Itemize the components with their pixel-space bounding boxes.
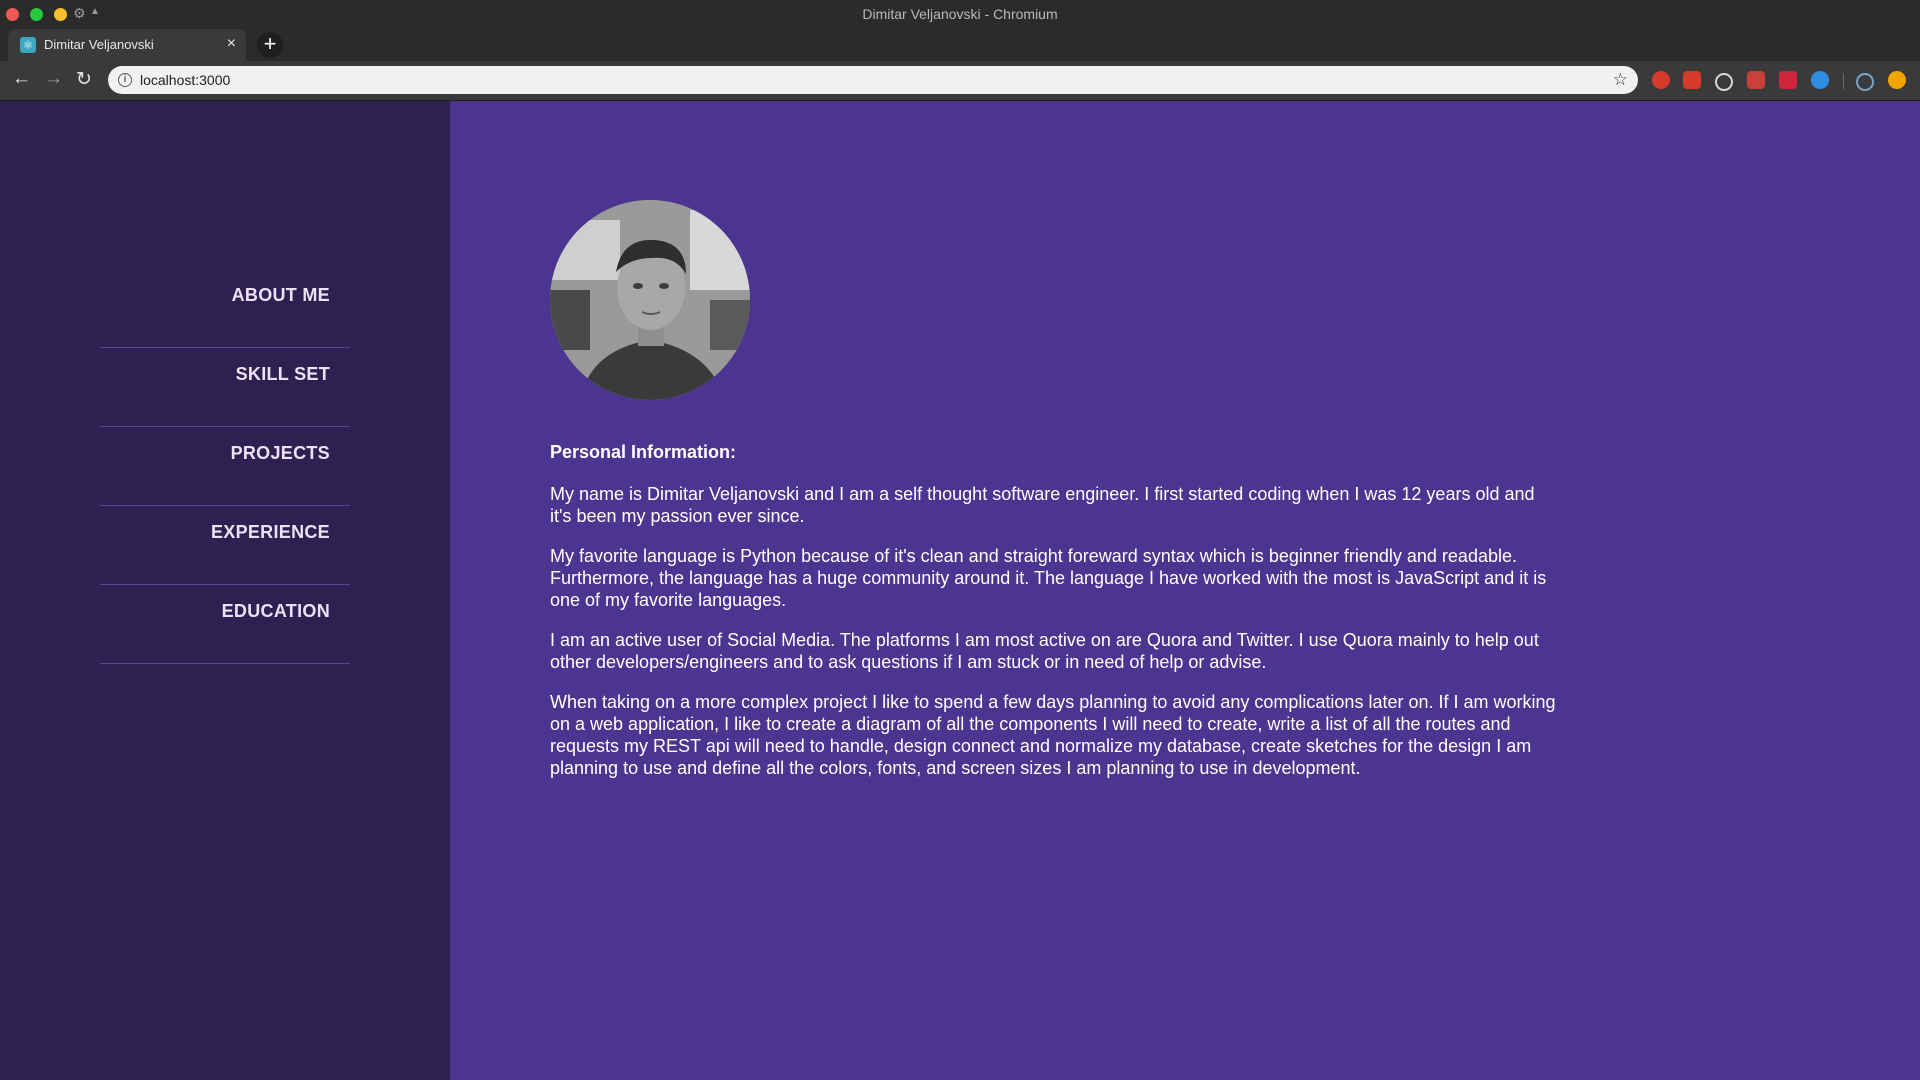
paragraph-social-media: I am an active user of Social Media. The… (550, 630, 1539, 672)
video-icon[interactable] (1779, 71, 1797, 89)
paragraph-intro: My name is Dimitar Veljanovski and I am … (550, 484, 1535, 526)
url-text[interactable]: localhost:3000 (140, 72, 230, 88)
section-heading: Personal Information: (550, 442, 737, 462)
window-titlebar: ⚙ ▲ Dimitar Veljanovski - Chromium (0, 0, 1920, 29)
site-info-icon[interactable]: i (118, 73, 132, 87)
calendar-icon[interactable] (1747, 71, 1765, 89)
sidebar-item-experience[interactable]: EXPERIENCE (100, 506, 350, 585)
react-favicon-icon: ⚛ (20, 37, 36, 53)
sidebar-item-about-me[interactable]: ABOUT ME (100, 269, 350, 348)
sidebar-item-label: EDUCATION (221, 601, 330, 621)
address-bar[interactable]: i localhost:3000 ☆ (108, 66, 1638, 94)
reload-icon[interactable]: ↻ (76, 68, 92, 91)
sidebar-item-label: PROJECTS (230, 443, 330, 463)
bookmark-star-icon[interactable]: ☆ (1613, 70, 1628, 90)
toolbar-separator (1843, 73, 1844, 89)
info-icon[interactable] (1811, 71, 1829, 89)
window-title: Dimitar Veljanovski - Chromium (862, 6, 1058, 22)
tab-title: Dimitar Veljanovski (44, 37, 154, 52)
yab-icon[interactable] (1683, 71, 1701, 89)
main-content: Personal Information: My name is Dimitar… (450, 101, 1920, 1080)
profile-photo (550, 200, 750, 400)
personal-information-section: Personal Information: My name is Dimitar… (550, 442, 1560, 797)
sidebar-item-label: EXPERIENCE (210, 522, 330, 542)
warning-icon[interactable] (1888, 71, 1906, 89)
sidebar-item-projects[interactable]: PROJECTS (100, 427, 350, 506)
react-icon[interactable] (1856, 73, 1874, 91)
adblock-icon[interactable] (1652, 71, 1670, 89)
sidebar-item-label: ABOUT ME (231, 285, 330, 305)
paragraph-languages: My favorite language is Python because o… (550, 546, 1547, 610)
tab-strip: ⚛ Dimitar Veljanovski × + (0, 29, 1920, 61)
target-icon[interactable] (1715, 73, 1733, 91)
sidebar-nav: ABOUT ME SKILL SET PROJECTS EXPERIENCE E… (100, 269, 350, 664)
sidebar-item-skill-set[interactable]: SKILL SET (100, 348, 350, 427)
sidebar: ABOUT ME SKILL SET PROJECTS EXPERIENCE E… (0, 101, 450, 1080)
tab-close-icon[interactable]: × (227, 35, 236, 53)
sidebar-item-label: SKILL SET (235, 364, 330, 384)
browser-tab[interactable]: ⚛ Dimitar Veljanovski × (8, 29, 246, 61)
browser-toolbar: ← → ↻ i localhost:3000 ☆ (0, 61, 1920, 101)
page-viewport: ABOUT ME SKILL SET PROJECTS EXPERIENCE E… (0, 101, 1920, 1080)
profile-photo-portrait (550, 200, 750, 400)
new-tab-button[interactable]: + (257, 32, 283, 58)
forward-arrow-icon[interactable]: → (44, 68, 63, 90)
sidebar-item-education[interactable]: EDUCATION (100, 585, 350, 664)
paragraph-planning: When taking on a more complex project I … (550, 692, 1556, 778)
back-arrow-icon[interactable]: ← (12, 68, 31, 90)
